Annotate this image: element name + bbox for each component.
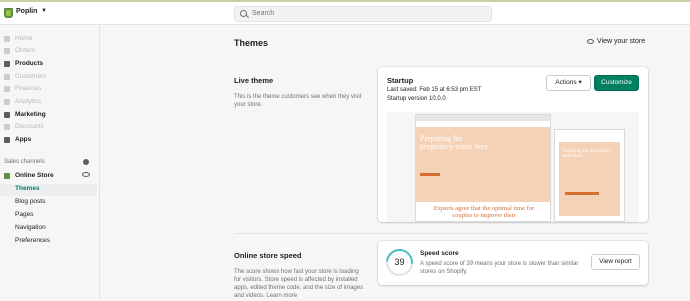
mobile-hero-button xyxy=(565,192,599,195)
store-speed-heading: Online store speed xyxy=(234,251,302,260)
desktop-preview: Preparing for pregnancy starts here. Exp… xyxy=(415,114,551,222)
sidebar-item-finances[interactable]: Finances xyxy=(0,84,100,96)
sidebar-item-label: Customers xyxy=(15,73,47,80)
sales-channels-heading: Sales channels xyxy=(4,159,45,165)
sidebar-item-products[interactable]: Products xyxy=(0,59,100,71)
sidebar-item-label: Discounts xyxy=(15,123,44,130)
section-divider xyxy=(234,233,648,234)
sidebar-item-label: Online Store xyxy=(15,172,54,179)
sidebar-subitem-label: Navigation xyxy=(15,224,46,231)
sidebar-subitem-blog-posts[interactable]: Blog posts xyxy=(0,197,97,209)
speed-score-title: Speed score xyxy=(420,250,459,257)
sidebar-item-apps[interactable]: Apps xyxy=(0,135,100,147)
caret-down-icon: ▾ xyxy=(578,79,582,86)
theme-version: Startup version 10.0.0 xyxy=(387,96,446,102)
bar-chart-icon xyxy=(4,99,10,105)
sidebar-item-analytics[interactable]: Analytics xyxy=(0,97,100,109)
sidebar-subitem-navigation[interactable]: Navigation xyxy=(0,223,97,235)
sidebar-item-label: Orders xyxy=(15,47,35,54)
theme-name: Startup xyxy=(387,76,414,85)
plus-circle-icon[interactable] xyxy=(83,159,89,165)
search-bar[interactable]: Search xyxy=(234,6,492,22)
mobile-hero: Preparing for pregnancy starts here. xyxy=(559,142,620,216)
sidebar-subitem-preferences[interactable]: Preferences xyxy=(0,236,97,248)
store-name[interactable]: Poplin xyxy=(16,8,37,15)
speed-score-value: 39 xyxy=(394,257,405,267)
eye-icon[interactable] xyxy=(82,172,90,177)
sidebar-subitem-label: Pages xyxy=(15,211,34,218)
person-icon xyxy=(4,74,10,80)
theme-preview: Preparing for pregnancy starts here. Exp… xyxy=(387,112,639,222)
sidebar-subitem-pages[interactable]: Pages xyxy=(0,210,97,222)
browser-bar xyxy=(416,115,550,121)
store-speed-description: The score shows how fast your store is l… xyxy=(234,269,364,299)
preview-hero: Preparing for pregnancy starts here. xyxy=(416,127,550,202)
preview-quote: Experts agree that the optimal time for … xyxy=(433,205,535,219)
view-report-button[interactable]: View report xyxy=(591,254,640,270)
mobile-hero-text: Preparing for pregnancy starts here. xyxy=(562,149,611,159)
store-icon xyxy=(4,173,10,179)
actions-label: Actions xyxy=(555,79,577,86)
sidebar: Home Orders Products Customers Finances … xyxy=(0,26,100,301)
theme-last-saved: Last saved: Feb 15 at 6:53 pm EST xyxy=(387,87,482,93)
mobile-preview: Preparing for pregnancy starts here. xyxy=(554,129,625,222)
shopify-logo-icon xyxy=(4,8,13,18)
sidebar-item-discounts[interactable]: Discounts xyxy=(0,122,100,134)
sidebar-item-label: Finances xyxy=(15,85,42,92)
actions-button[interactable]: Actions ▾ xyxy=(546,75,591,91)
orders-icon xyxy=(4,48,10,54)
preview-hero-button xyxy=(420,173,440,176)
sidebar-item-label: Apps xyxy=(15,136,32,143)
apps-icon xyxy=(4,137,10,143)
eye-icon xyxy=(587,39,594,44)
sidebar-subitem-label: Blog posts xyxy=(15,198,46,205)
sidebar-item-home[interactable]: Home xyxy=(0,34,100,46)
speed-score-description: A speed score of 39 means your store is … xyxy=(420,261,579,275)
discount-icon xyxy=(4,124,10,130)
sidebar-item-label: Home xyxy=(15,35,33,42)
bank-icon xyxy=(4,86,10,92)
live-theme-card: Startup Last saved: Feb 15 at 6:53 pm ES… xyxy=(378,67,648,222)
sidebar-item-label: Marketing xyxy=(15,111,46,118)
sidebar-item-label: Analytics xyxy=(15,98,42,105)
view-store-label: View your store xyxy=(597,38,646,45)
sidebar-item-label: Products xyxy=(15,60,44,67)
sidebar-item-marketing[interactable]: Marketing xyxy=(0,110,100,122)
sidebar-item-customers[interactable]: Customers xyxy=(0,72,100,84)
page-title: Themes xyxy=(234,38,269,48)
top-bar: Poplin ▼ Search xyxy=(0,2,690,25)
caret-down-icon[interactable]: ▼ xyxy=(41,8,47,14)
sidebar-subitem-label: Themes xyxy=(15,185,40,192)
tag-icon xyxy=(4,61,10,67)
home-icon xyxy=(4,36,10,42)
search-placeholder: Search xyxy=(252,10,275,17)
target-icon xyxy=(4,112,10,118)
live-theme-heading: Live theme xyxy=(234,76,274,85)
speed-score-card: 39 Speed score A speed score of 39 means… xyxy=(378,241,648,285)
sidebar-item-orders[interactable]: Orders xyxy=(0,46,100,58)
preview-hero-text: Preparing for pregnancy starts here. xyxy=(420,134,490,151)
live-theme-description: This is the theme customers see when the… xyxy=(234,94,362,108)
sidebar-subitem-themes[interactable]: Themes xyxy=(0,184,97,196)
customize-button[interactable]: Customize xyxy=(594,75,639,91)
sidebar-subitem-label: Preferences xyxy=(15,237,51,244)
search-icon xyxy=(240,10,247,17)
